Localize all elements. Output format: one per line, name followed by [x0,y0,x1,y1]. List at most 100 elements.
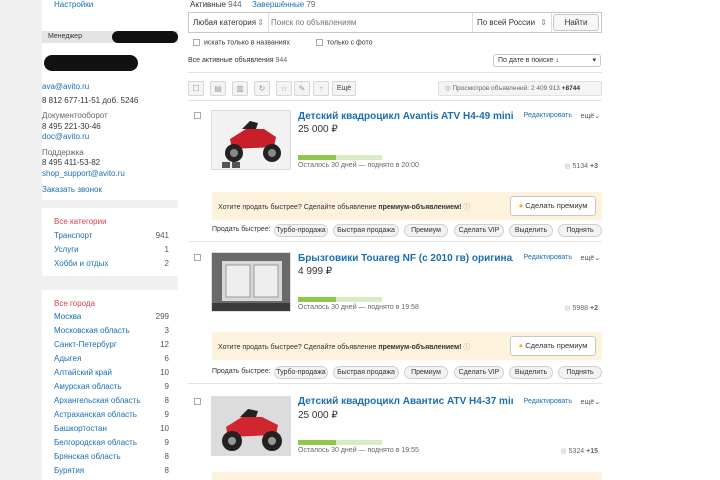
city-item[interactable]: Архангельская область 8 [54,396,178,410]
premium-button[interactable]: Премиум [404,224,448,237]
highlight-button[interactable]: Выделить [509,224,553,237]
search-button[interactable]: Найти [553,14,599,31]
trash-icon: ▥ [236,84,244,93]
listing-price: 25 000 ₽ [298,124,338,135]
listing-photo[interactable] [211,252,291,312]
category-select[interactable]: Любая категория ⇕ [189,13,269,32]
category-item[interactable]: Услуги 1 [54,245,178,259]
premium-dot-icon: ● [518,341,524,350]
refresh-icon: ↻ [258,84,266,93]
titles-only-checkbox[interactable]: искать только в названиях [193,39,290,46]
vip-quick-button[interactable]: Сделать VIP [454,366,504,379]
premium-button[interactable]: Премиум [404,366,448,379]
edit-button[interactable]: ✎ [294,81,310,96]
listing-photo[interactable] [211,110,291,170]
region-select[interactable]: По всей России ⇕ [472,13,552,32]
fast-sale-button[interactable]: Быстрая продажа [333,224,399,237]
vip-button[interactable]: ☆ [276,81,292,96]
listing-progress [298,297,382,302]
activate-button[interactable]: ↻ [254,81,270,96]
divider [188,100,602,101]
listing-views: ◎ 5324 +15 [560,448,598,455]
atv-image [212,111,290,169]
chevron-down-icon: ⌄ [594,399,600,406]
fast-sale-button[interactable]: Быстрая продажа [333,366,399,379]
search-input[interactable] [271,15,461,30]
city-item[interactable]: Московская область 3 [54,326,178,340]
eye-icon: ◎ [445,85,451,92]
tab-active[interactable]: Активные 944 [190,0,242,9]
city-item[interactable]: Алтайский край 10 [54,368,178,382]
turbo-sale-button[interactable]: Турбо-продажа [274,366,328,379]
listing-photo[interactable] [211,396,291,456]
redacted-manager-name [112,31,178,43]
quick-sell-label: Продать быстрее: [212,226,271,233]
city-item[interactable]: Бурятия 8 [54,466,178,480]
archive-button[interactable]: ▤ [210,81,226,96]
highlight-button[interactable]: Выделить [509,366,553,379]
settings-link[interactable]: Настройки [54,0,93,9]
listing-card: Детский квадроцикл Avantis ATV H4-49 min… [188,104,602,242]
quick-sell-label: Продать быстрее: [212,368,271,375]
city-item[interactable]: Башкортостан 10 [54,424,178,438]
edit-link[interactable]: Редактировать [524,254,572,261]
city-item[interactable]: Москва 299 [54,312,178,326]
category-item[interactable]: Транспорт 941 [54,231,178,245]
with-photo-checkbox[interactable]: только с фото [316,39,373,46]
listing-progress [298,155,382,160]
delete-button[interactable]: ▥ [232,81,248,96]
city-item[interactable]: Амурская область 9 [54,382,178,396]
city-item[interactable]: Брянская область 8 [54,452,178,466]
tab-finished[interactable]: Завершённые 79 [252,0,315,9]
premium-text: Хотите продать быстрее? Сделайте объявле… [218,344,471,351]
progress-fill [298,155,336,160]
premium-banner: Хотите продать быстрее? Сделайте объявле… [212,332,602,360]
bump-button[interactable]: Поднять [558,366,602,379]
listing-title[interactable]: Детский квадроцикл Avantis ATV H4-49 min… [298,111,513,122]
more-tools-button[interactable]: Ещё [332,81,356,96]
listing-checkbox[interactable] [194,254,201,261]
support-label: Поддержка [42,148,84,157]
category-item[interactable]: Хобби и отдых 2 [54,259,178,273]
checkbox-icon: ☐ [192,84,200,93]
listing-card: Детский квадроцикл Авантис ATV H4-37 min… [188,390,602,480]
manager-email[interactable]: ava@avito.ru [42,82,89,91]
vip-quick-button[interactable]: Сделать VIP [454,224,504,237]
select-all-button[interactable]: ☐ [188,81,204,96]
city-item[interactable]: Белгородская область 9 [54,438,178,452]
divider [188,241,602,242]
callback-link[interactable]: Заказать звонок [42,185,102,194]
divider [188,72,602,73]
edit-link[interactable]: Редактировать [524,398,572,405]
more-actions[interactable]: ещё⌄ [581,398,600,406]
checkbox-icon [316,39,323,46]
more-actions[interactable]: ещё⌄ [581,112,600,120]
checkbox-icon [193,39,200,46]
sort-select[interactable]: По дате в поиске ↓ ▾ [493,54,601,67]
city-item[interactable]: Астраханская область 9 [54,410,178,424]
turbo-sale-button[interactable]: Турбо-продажа [274,224,328,237]
cities-title: Все города [54,299,96,308]
listing-checkbox[interactable] [194,398,201,405]
listing-title[interactable]: Детский квадроцикл Авантис ATV H4-37 min… [298,396,513,407]
list-header: Все активные объявления 944 [188,57,288,64]
listing-checkbox[interactable] [194,112,201,119]
premium-text: Хотите продать быстрее? Сделайте объявле… [218,204,471,211]
support-email[interactable]: shop_support@avito.ru [42,169,125,178]
listing-title[interactable]: Брызговики Touareg NF (с 2010 гв) оригин… [298,253,513,264]
make-premium-button[interactable]: ● Сделать премиум [510,196,596,216]
city-item[interactable]: Санкт-Петербург 12 [54,340,178,354]
make-premium-button[interactable]: ● Сделать премиум [510,336,596,356]
docflow-phone: 8 495 221-30-46 [42,122,101,131]
up-button[interactable]: ↑ [313,81,329,96]
premium-banner: Хотите продать быстрее? Сделайте объявле… [212,192,602,220]
more-actions[interactable]: ещё⌄ [581,254,600,262]
listing-status: Осталось 30 дней — поднято в 19:55 [298,447,419,454]
docflow-email[interactable]: doc@avito.ru [42,132,89,141]
manager-phone: 8 812 677-11-51 доб. 5246 [42,96,139,105]
city-item[interactable]: Адыгея 6 [54,354,178,368]
bump-button[interactable]: Поднять [558,224,602,237]
page: Настройки Менеджер ava@avito.ru 8 812 67… [0,0,720,480]
listing-views: ◎ 5134 +3 [564,163,598,170]
edit-link[interactable]: Редактировать [524,112,572,119]
